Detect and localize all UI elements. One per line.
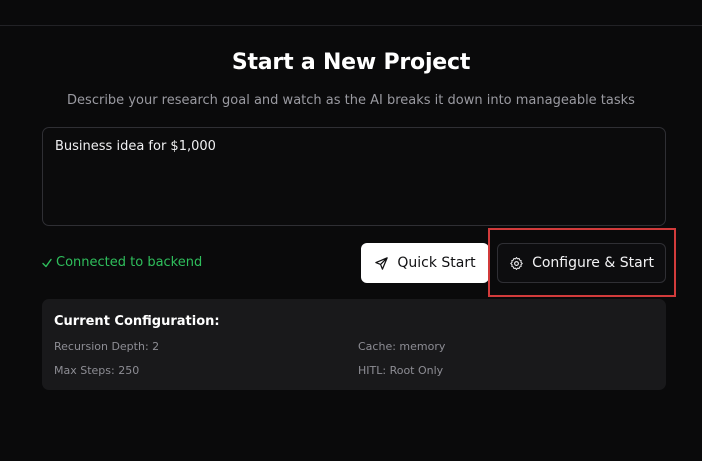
hitl-value: HITL: Root Only [358, 364, 444, 377]
configuration-title: Current Configuration: [54, 314, 220, 329]
connection-status-text: Connected to backend [56, 255, 203, 270]
max-steps-value: Max Steps: 250 [54, 364, 140, 377]
page-subtitle: Describe your research goal and watch as… [67, 93, 635, 108]
recursion-depth-value: Recursion Depth: 2 [54, 340, 160, 353]
configure-start-label: Configure & Start [532, 255, 654, 271]
top-bar [0, 0, 702, 26]
research-goal-input[interactable]: Business idea for $1,000 [42, 127, 666, 226]
check-icon [42, 258, 52, 267]
cache-value: Cache: memory [358, 340, 446, 353]
current-configuration-panel: Current Configuration: Recursion Depth: … [42, 299, 666, 390]
configure-start-button[interactable]: Configure & Start [497, 243, 666, 283]
connection-status: Connected to backend [42, 255, 202, 270]
quick-start-label: Quick Start [397, 255, 476, 271]
page-title: Start a New Project [231, 50, 471, 75]
gear-icon [510, 256, 523, 270]
quick-start-button[interactable]: Quick Start [361, 243, 489, 283]
send-icon [375, 256, 389, 270]
